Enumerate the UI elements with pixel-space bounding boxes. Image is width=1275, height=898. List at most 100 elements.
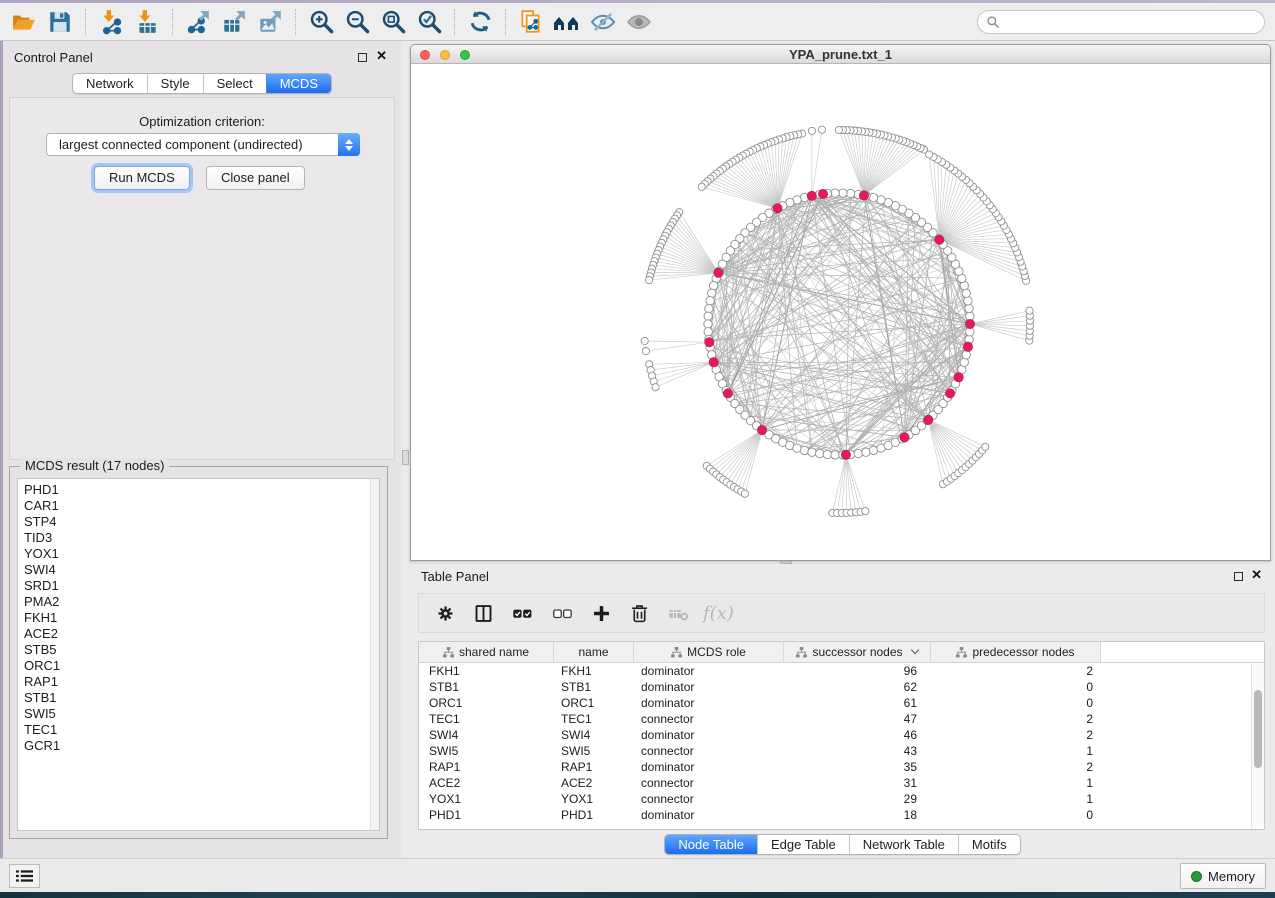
result-node-item[interactable]: SWI5 <box>18 706 379 722</box>
network-from-selection-icon[interactable] <box>513 7 549 37</box>
open-file-icon[interactable] <box>6 7 42 37</box>
network-titlebar[interactable]: YPA_prune.txt_1 <box>411 45 1270 64</box>
deselect-all-icon[interactable] <box>551 603 574 624</box>
tab-motifs[interactable]: Motifs <box>958 835 1020 854</box>
select-all-icon[interactable] <box>511 603 534 624</box>
column-header-name[interactable]: name <box>554 642 634 662</box>
result-node-item[interactable]: STB5 <box>18 642 379 658</box>
mcds-result-list: PHD1CAR1STP4TID3YOX1SWI4SRD1PMA2FKH1ACE2… <box>17 478 380 831</box>
tab-select[interactable]: Select <box>203 74 266 93</box>
main-toolbar <box>0 3 1275 41</box>
export-image-icon[interactable] <box>252 7 288 37</box>
cell-shared-name: FKH1 <box>419 663 554 679</box>
memory-button[interactable]: Memory <box>1180 863 1266 889</box>
zoom-fit-icon[interactable] <box>375 7 411 37</box>
tab-network[interactable]: Network <box>73 74 147 93</box>
column-header-successor-nodes[interactable]: successor nodes <box>784 642 931 662</box>
tab-edge-table[interactable]: Edge Table <box>757 835 849 854</box>
result-node-item[interactable]: YOX1 <box>18 546 379 562</box>
vertical-splitter-handle[interactable] <box>402 450 409 465</box>
table-row[interactable]: SWI4SWI4dominator462 <box>419 727 1264 743</box>
cell-filler <box>1101 663 1264 679</box>
table-row[interactable]: FKH1FKH1dominator962 <box>419 663 1264 679</box>
columns-icon[interactable] <box>473 603 494 624</box>
show-panels-list-button[interactable] <box>9 864 40 888</box>
result-scrollbar[interactable] <box>370 479 379 830</box>
cell-filler <box>1101 743 1264 759</box>
scrollbar-thumb[interactable] <box>1254 690 1262 768</box>
table-row[interactable]: PHD1PHD1dominator180 <box>419 807 1264 823</box>
column-header-shared-name[interactable]: shared name <box>419 642 554 662</box>
cell-successor-nodes: 43 <box>784 743 931 759</box>
result-node-item[interactable]: ACE2 <box>18 626 379 642</box>
cell-filler <box>1101 775 1264 791</box>
float-window-icon[interactable] <box>1234 572 1243 581</box>
network-canvas[interactable] <box>411 65 1270 560</box>
show-all-icon[interactable] <box>621 7 657 37</box>
search-input[interactable] <box>977 10 1265 34</box>
cell-successor-nodes: 47 <box>784 711 931 727</box>
result-node-item[interactable]: SRD1 <box>18 578 379 594</box>
import-table-icon[interactable] <box>129 7 165 37</box>
result-node-item[interactable]: STB1 <box>18 690 379 706</box>
tab-mcds[interactable]: MCDS <box>266 74 331 93</box>
zoom-out-icon[interactable] <box>339 7 375 37</box>
run-mcds-button[interactable]: Run MCDS <box>94 166 190 190</box>
close-panel-icon[interactable]: ✕ <box>376 49 387 63</box>
column-header-predecessor-nodes[interactable]: predecessor nodes <box>931 642 1101 662</box>
table-row[interactable]: SWI5SWI5connector431 <box>419 743 1264 759</box>
result-node-item[interactable]: TEC1 <box>18 722 379 738</box>
cell-name: PHD1 <box>554 807 634 823</box>
result-node-item[interactable]: PHD1 <box>18 482 379 498</box>
delete-icon[interactable] <box>629 603 650 624</box>
cell-mcds-role: dominator <box>634 807 784 823</box>
export-network-icon[interactable] <box>180 7 216 37</box>
tab-style[interactable]: Style <box>147 74 203 93</box>
cell-filler <box>1101 679 1264 695</box>
cell-filler <box>1101 727 1264 743</box>
result-node-item[interactable]: ORC1 <box>18 658 379 674</box>
import-network-icon[interactable] <box>93 7 129 37</box>
result-node-item[interactable]: STP4 <box>18 514 379 530</box>
tab-node-table[interactable]: Node Table <box>665 835 757 854</box>
result-node-item[interactable]: TID3 <box>18 530 379 546</box>
hide-selected-icon[interactable] <box>585 7 621 37</box>
table-row[interactable]: YOX1YOX1connector291 <box>419 791 1264 807</box>
result-node-item[interactable]: FKH1 <box>18 610 379 626</box>
node-table: shared name nameMCDS rolesuccessor nodesp… <box>418 641 1265 830</box>
gear-icon[interactable] <box>435 603 456 624</box>
save-session-icon[interactable] <box>42 7 78 37</box>
table-row[interactable]: STB1STB1dominator620 <box>419 679 1264 695</box>
cell-mcds-role: dominator <box>634 679 784 695</box>
result-node-item[interactable]: SWI4 <box>18 562 379 578</box>
result-node-item[interactable]: GCR1 <box>18 738 379 754</box>
criterion-value: largest connected component (undirected) <box>59 137 303 152</box>
float-window-icon[interactable] <box>358 53 367 62</box>
table-row[interactable]: ACE2ACE2connector311 <box>419 775 1264 791</box>
delete-table-icon <box>667 603 690 624</box>
result-node-item[interactable]: RAP1 <box>18 674 379 690</box>
close-panel-icon[interactable]: ✕ <box>1251 568 1262 582</box>
cell-mcds-role: dominator <box>634 759 784 775</box>
table-row[interactable]: TEC1TEC1connector472 <box>419 711 1264 727</box>
two-houses-icon[interactable] <box>549 7 585 37</box>
table-scrollbar[interactable] <box>1251 664 1264 829</box>
export-table-icon[interactable] <box>216 7 252 37</box>
table-row[interactable]: RAP1RAP1dominator352 <box>419 759 1264 775</box>
cell-successor-nodes: 61 <box>784 695 931 711</box>
column-header-MCDS-role[interactable]: MCDS role <box>634 642 784 662</box>
cell-shared-name: SWI5 <box>419 743 554 759</box>
network-graph <box>411 65 1270 560</box>
mcds-result-group: MCDS result (17 nodes) PHD1CAR1STP4TID3Y… <box>9 466 388 839</box>
close-panel-button[interactable]: Close panel <box>206 166 305 190</box>
column-label: shared name <box>459 645 529 659</box>
zoom-in-icon[interactable] <box>303 7 339 37</box>
tab-network-table[interactable]: Network Table <box>849 835 958 854</box>
table-row[interactable]: ORC1ORC1dominator610 <box>419 695 1264 711</box>
result-node-item[interactable]: PMA2 <box>18 594 379 610</box>
zoom-selected-icon[interactable] <box>411 7 447 37</box>
add-column-icon[interactable] <box>591 603 612 624</box>
criterion-select[interactable]: largest connected component (undirected) <box>46 133 360 156</box>
refresh-icon[interactable] <box>462 7 498 37</box>
result-node-item[interactable]: CAR1 <box>18 498 379 514</box>
